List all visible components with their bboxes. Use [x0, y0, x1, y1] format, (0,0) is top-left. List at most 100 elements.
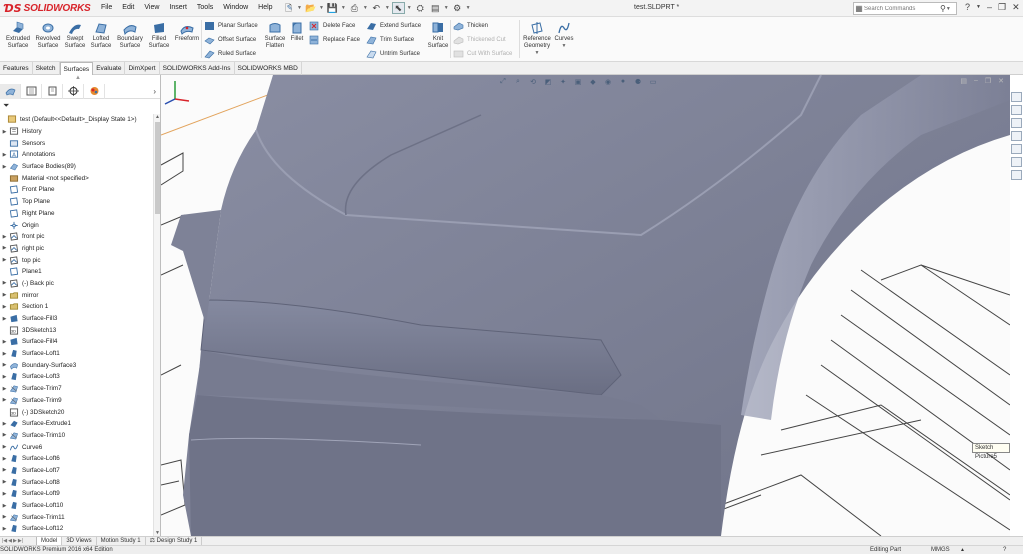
expand-arrow-icon[interactable]: ▶	[0, 362, 9, 368]
tree-item[interactable]: ▶ mirror	[0, 289, 153, 301]
menu-edit[interactable]: Edit	[117, 4, 139, 12]
tree-item[interactable]: ▶ Surface-Loft1	[0, 348, 153, 360]
tree-item[interactable]: ▶ Surface-Fill3	[0, 313, 153, 325]
viewport-restore-icon[interactable]: ❐	[985, 77, 991, 85]
expand-arrow-icon[interactable]: ▶	[0, 456, 9, 462]
tree-item[interactable]: Material <not specified>	[0, 172, 153, 184]
thicken-button[interactable]: Thicken	[453, 20, 512, 32]
help-question-icon[interactable]: ?	[965, 2, 970, 13]
swept-surface-button[interactable]: Swept Surface	[62, 21, 88, 50]
panel-grip-icon[interactable]: ▲	[75, 75, 81, 81]
tab-dimxpert[interactable]: DimXpert	[125, 62, 160, 75]
property-manager-tab[interactable]	[21, 83, 42, 99]
tree-item[interactable]: ▶ Surface-Loft12	[0, 523, 153, 535]
units-dropdown-icon[interactable]: ▲	[960, 546, 965, 554]
tree-item[interactable]: test (Default<<Default>_Display State 1>…	[0, 114, 153, 126]
select-dropdown-icon[interactable]: ▼	[407, 5, 412, 11]
print-icon[interactable]: ⎙	[348, 2, 361, 14]
tree-item[interactable]: ▶ Surface-Trim7	[0, 383, 153, 395]
menu-view[interactable]: View	[139, 4, 164, 12]
offset-surface-button[interactable]: Offset Surface	[204, 34, 258, 46]
fillet-button[interactable]: Fillet	[288, 21, 306, 43]
delete-face-button[interactable]: Delete Face	[309, 20, 360, 32]
tree-item[interactable]: ▶ (-) Back pic	[0, 278, 153, 290]
expand-arrow-icon[interactable]: ▶	[0, 514, 9, 520]
design-library-icon[interactable]	[1011, 105, 1022, 115]
next-tab-icon[interactable]: ▶	[13, 538, 17, 544]
tab-mbd[interactable]: SOLIDWORKS MBD	[235, 62, 302, 75]
appearances-scenes-icon[interactable]	[1011, 144, 1022, 154]
expand-arrow-icon[interactable]: ▶	[0, 421, 9, 427]
forum-icon[interactable]	[1011, 170, 1022, 180]
freeform-button[interactable]: Freeform	[172, 21, 202, 43]
tab-addins[interactable]: SOLIDWORKS Add-Ins	[160, 62, 235, 75]
expand-arrow-icon[interactable]: ▶	[0, 397, 9, 403]
solidworks-logo[interactable]: ƊS SOLIDWORKS	[4, 1, 91, 16]
expand-arrow-icon[interactable]: ▶	[0, 164, 9, 170]
hide-show-items-icon[interactable]: ◉	[603, 77, 613, 86]
ruled-surface-button[interactable]: Ruled Surface	[204, 48, 258, 60]
dimxpert-manager-tab[interactable]	[63, 83, 84, 99]
expand-arrow-icon[interactable]: ▶	[0, 152, 9, 158]
tree-item[interactable]: ▶ A Annotations	[0, 149, 153, 161]
expand-arrow-icon[interactable]: ▶	[0, 339, 9, 345]
options-gear-icon[interactable]: ⚙	[451, 2, 464, 14]
expand-arrow-icon[interactable]: ▶	[0, 129, 9, 135]
search-dropdown-icon[interactable]: ▼	[946, 6, 951, 12]
tree-item[interactable]: ▶ Surface-Loft6	[0, 453, 153, 465]
tab-sketch[interactable]: Sketch	[33, 62, 60, 75]
extend-surface-button[interactable]: Extend Surface	[366, 20, 421, 32]
tree-item[interactable]: ▶ Surface-Loft8	[0, 476, 153, 488]
restore-icon[interactable]: ❐	[998, 2, 1006, 13]
planar-surface-button[interactable]: Planar Surface	[204, 20, 258, 32]
undo-icon[interactable]: ↶	[370, 2, 383, 14]
extruded-surface-button[interactable]: Extruded Surface	[3, 21, 33, 50]
tree-item[interactable]: Right Plane	[0, 208, 153, 220]
units-selector[interactable]: MMGS	[931, 546, 950, 554]
view-palette-icon[interactable]	[1011, 131, 1022, 141]
menu-window[interactable]: Window	[218, 4, 253, 12]
first-tab-icon[interactable]: |◀	[2, 538, 7, 544]
tree-scrollbar[interactable]: ▲ ▼	[153, 114, 160, 536]
expand-arrow-icon[interactable]: ▶	[0, 467, 9, 473]
menu-tools[interactable]: Tools	[192, 4, 218, 12]
tree-item[interactable]: ▶ Surface-Loft7	[0, 465, 153, 477]
file-properties-icon[interactable]: ▤	[429, 2, 442, 14]
tree-item[interactable]: Sensors	[0, 137, 153, 149]
tree-item[interactable]: ▶ Surface-Loft3	[0, 371, 153, 383]
expand-arrow-icon[interactable]: ▶	[0, 234, 9, 240]
viewport-minimize-icon[interactable]: –	[974, 77, 978, 85]
view-settings-icon[interactable]: ▭	[648, 77, 658, 86]
untrim-surface-button[interactable]: Untrim Surface	[366, 48, 421, 60]
curves-button[interactable]: Curves ▼	[553, 21, 575, 50]
close-icon[interactable]: ✕	[1012, 2, 1020, 13]
minimize-icon[interactable]: –	[987, 2, 992, 13]
previous-view-icon[interactable]: ⟲	[528, 77, 538, 86]
options-dropdown-icon[interactable]: ▼	[466, 5, 471, 11]
viewport-tile-icon[interactable]: ▤	[960, 77, 967, 85]
dynamic-annotation-icon[interactable]: ✦	[558, 77, 568, 86]
tab-features[interactable]: Features	[0, 62, 33, 75]
help-dropdown-icon[interactable]: ▼	[976, 2, 981, 13]
edit-appearance-icon[interactable]: ●	[618, 77, 628, 86]
expand-arrow-icon[interactable]: ▶	[0, 245, 9, 251]
undo-dropdown-icon[interactable]: ▼	[385, 5, 390, 11]
menu-file[interactable]: File	[96, 4, 117, 12]
tree-item[interactable]: ▶ Surface-Trim10	[0, 430, 153, 442]
open-icon[interactable]: 📂	[304, 2, 317, 14]
section-view-icon[interactable]: ◩	[543, 77, 553, 86]
expand-arrow-icon[interactable]: ▶	[0, 444, 9, 450]
expand-arrow-icon[interactable]: ▶	[0, 257, 9, 263]
tree-item[interactable]: ▶ right pic	[0, 243, 153, 255]
tree-item[interactable]: Front Plane	[0, 184, 153, 196]
new-document-icon[interactable]: 🗋	[282, 2, 295, 14]
expand-arrow-icon[interactable]: ▶	[0, 304, 9, 310]
expand-arrow-icon[interactable]: ▶	[0, 292, 9, 298]
reference-geometry-button[interactable]: Reference Geometry ▼	[521, 21, 553, 57]
search-commands-input[interactable]	[864, 5, 940, 12]
tree-item[interactable]: ▶ Surface-Trim11	[0, 511, 153, 523]
expand-arrow-icon[interactable]: ▶	[0, 503, 9, 509]
new-dropdown-icon[interactable]: ▼	[297, 5, 302, 11]
boundary-surface-button[interactable]: Boundary Surface	[114, 21, 146, 50]
open-dropdown-icon[interactable]: ▼	[319, 5, 324, 11]
